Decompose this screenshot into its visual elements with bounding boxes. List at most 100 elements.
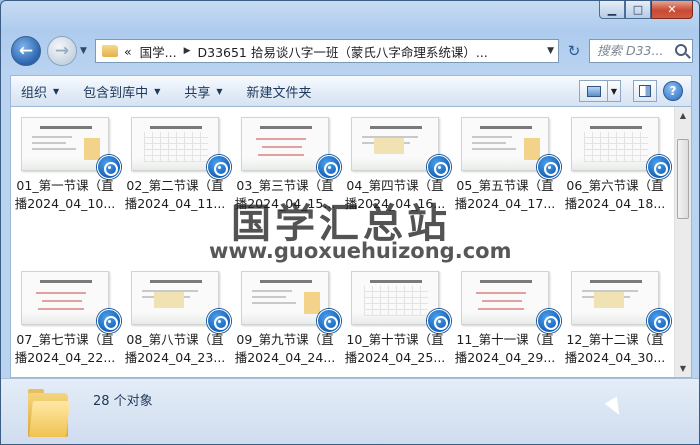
explorer-window: ▁ □ ✕ ← → ▼ « 国学... ▶ D33651 拾易谈八字一班（蒙氏八… (0, 0, 700, 445)
scroll-down-icon[interactable]: ▼ (675, 360, 691, 377)
back-button[interactable]: ← (11, 36, 41, 66)
file-name-line-2: 播2024_04_30... (564, 350, 666, 365)
file-name: 11_第十一课（直 播2024_04_29... (451, 331, 559, 367)
file-name-line-1: 11_第十一课（直 (456, 332, 554, 347)
caption-buttons: ▁ □ ✕ (599, 1, 693, 19)
file-name-line-1: 05_第五节课（直 (456, 178, 554, 193)
video-thumbnail (241, 271, 329, 325)
maximize-button[interactable]: □ (625, 1, 651, 19)
video-file-icon (647, 155, 671, 179)
video-file-icon (317, 309, 341, 333)
video-thumbnail (461, 271, 549, 325)
forward-button[interactable]: → (47, 36, 77, 66)
folder-icon (102, 45, 118, 57)
file-name-line-2: 播2024_04_25... (344, 350, 446, 365)
video-thumbnail (571, 117, 659, 171)
video-file-icon (207, 155, 231, 179)
video-thumbnail (241, 117, 329, 171)
file-name: 10_第十节课（直 播2024_04_25... (341, 331, 449, 367)
new-folder-label: 新建文件夹 (246, 85, 312, 101)
preview-pane-button[interactable] (633, 80, 657, 102)
include-in-library-label: 包含到库中 (83, 85, 149, 101)
video-file-icon (647, 309, 671, 333)
file-name-line-1: 10_第十节课（直 (346, 332, 444, 347)
file-name-line-1: 01_第一节课（直 (16, 178, 114, 193)
chevron-down-icon: ▼ (53, 86, 60, 96)
share-menu[interactable]: 共享 ▼ (184, 82, 222, 101)
chevron-down-icon: ▼ (154, 86, 161, 96)
close-button[interactable]: ✕ (651, 1, 693, 19)
video-file-icon (97, 155, 121, 179)
file-name: 12_第十二课（直 播2024_04_30... (561, 331, 669, 367)
file-name: 08_第八节课（直 播2024_04_23... (121, 331, 229, 367)
video-thumbnail (21, 271, 109, 325)
organize-label: 组织 (21, 85, 48, 101)
search-input[interactable]: 搜索 D33... (589, 39, 693, 63)
details-pane: 28 个对象 (1, 378, 699, 444)
refresh-icon: ↻ (567, 42, 581, 60)
file-name: 06_第六节课（直 播2024_04_18... (561, 177, 669, 213)
watermark-url: www.guoxuehuizong.com (209, 239, 512, 263)
mouse-cursor-icon (604, 396, 626, 419)
share-label: 共享 (184, 85, 211, 101)
video-thumbnail (461, 117, 549, 171)
file-name-line-2: 播2024_04_22... (14, 350, 116, 365)
video-file-icon (537, 155, 561, 179)
vertical-scrollbar[interactable]: ▲ ▼ (674, 107, 691, 377)
breadcrumb-item-root[interactable]: 国学... (140, 42, 177, 61)
address-dropdown-icon[interactable]: ▼ (547, 46, 554, 56)
folder-icon (28, 389, 70, 437)
video-thumbnail (571, 271, 659, 325)
breadcrumb-overflow[interactable]: « (124, 44, 132, 59)
video-thumbnail (351, 117, 439, 171)
file-name: 07_第七节课（直 播2024_04_22... (11, 331, 119, 367)
file-name-line-1: 02_第二节课（直 (126, 178, 224, 193)
file-name-line-2: 播2024_04_10... (14, 196, 116, 211)
breadcrumb-item-current[interactable]: D33651 拾易谈八字一班（蒙氏八字命理系统课）... (198, 42, 488, 61)
file-name: 01_第一节课（直 播2024_04_10... (11, 177, 119, 213)
video-file-icon (427, 309, 451, 333)
file-name-line-2: 播2024_04_11... (124, 196, 226, 211)
video-file-icon (537, 309, 561, 333)
preview-pane-icon (639, 85, 651, 97)
file-name-line-2: 播2024_04_24... (234, 350, 336, 365)
file-name-line-2: 播2024_04_18... (564, 196, 666, 211)
refresh-button[interactable]: ↻ (562, 39, 586, 63)
video-thumbnail (21, 117, 109, 171)
include-in-library-menu[interactable]: 包含到库中 ▼ (83, 82, 160, 101)
change-view-button[interactable] (579, 80, 607, 102)
search-icon[interactable] (675, 44, 687, 56)
video-thumbnail (351, 271, 439, 325)
file-name: 09_第九节课（直 播2024_04_24... (231, 331, 339, 367)
file-name-line-2: 播2024_04_29... (454, 350, 556, 365)
video-file-icon (207, 309, 231, 333)
minimize-button[interactable]: ▁ (599, 1, 625, 19)
file-name-line-2: 播2024_04_17... (454, 196, 556, 211)
scrollbar-thumb[interactable] (677, 139, 689, 219)
video-file-icon (97, 309, 121, 333)
object-count: 28 个对象 (93, 394, 153, 409)
thumbnail-view-icon (586, 85, 601, 97)
address-bar[interactable]: « 国学... ▶ D33651 拾易谈八字一班（蒙氏八字命理系统课）... ▼ (95, 39, 559, 63)
command-bar: 组织 ▼ 包含到库中 ▼ 共享 ▼ 新建文件夹 ▼ ? (10, 75, 692, 106)
scroll-up-icon[interactable]: ▲ (675, 107, 691, 124)
video-file-icon (427, 155, 451, 179)
help-button[interactable]: ? (663, 81, 683, 101)
video-thumbnail (131, 117, 219, 171)
file-name-line-1: 07_第七节课（直 (16, 332, 114, 347)
file-name-line-1: 12_第十二课（直 (566, 332, 664, 347)
file-name-line-1: 08_第八节课（直 (126, 332, 224, 347)
view-dropdown-button[interactable]: ▼ (607, 80, 621, 102)
organize-menu[interactable]: 组织 ▼ (21, 82, 59, 101)
new-folder-button[interactable]: 新建文件夹 (247, 82, 312, 101)
file-name-line-2: 播2024_04_23... (124, 350, 226, 365)
breadcrumb-separator-icon[interactable]: ▶ (184, 46, 191, 56)
view-controls: ▼ ? (579, 80, 683, 102)
video-file-icon (317, 155, 341, 179)
navigation-row: ← → ▼ « 国学... ▶ D33651 拾易谈八字一班（蒙氏八字命理系统课… (1, 35, 699, 67)
file-name: 05_第五节课（直 播2024_04_17... (451, 177, 559, 213)
file-name: 02_第二节课（直 播2024_04_11... (121, 177, 229, 213)
recent-pages-button[interactable]: ▼ (80, 46, 87, 56)
file-name-line-1: 06_第六节课（直 (566, 178, 664, 193)
search-placeholder: 搜索 D33... (597, 43, 664, 58)
